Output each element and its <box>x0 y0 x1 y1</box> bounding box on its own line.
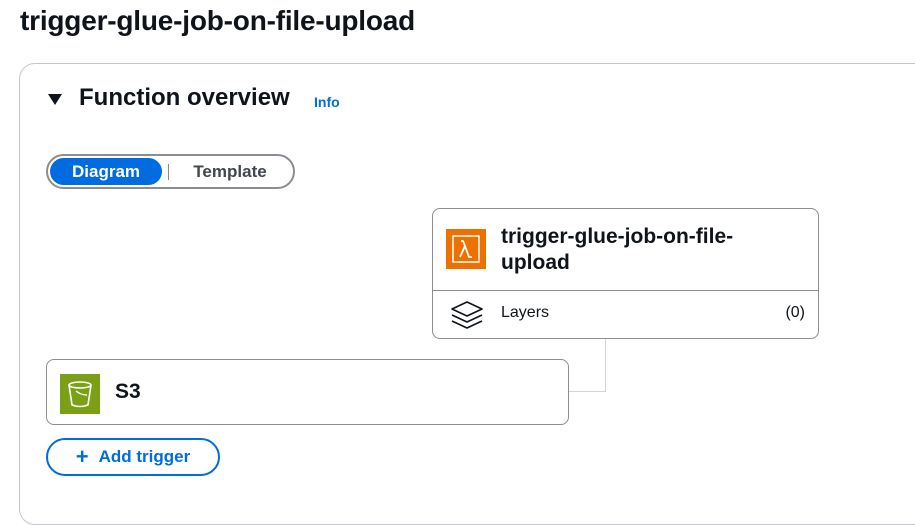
page-title: trigger-glue-job-on-file-upload <box>20 5 416 36</box>
caret-down-icon[interactable] <box>48 93 62 105</box>
segment-divider <box>168 163 169 180</box>
section-title: Function overview <box>79 84 290 111</box>
lambda-icon <box>446 229 486 269</box>
layers-icon <box>449 299 485 338</box>
view-toggle: Diagram Template <box>46 154 295 189</box>
connector-line <box>569 391 606 392</box>
add-trigger-label: Add trigger <box>98 447 191 466</box>
s3-bucket-icon <box>60 374 100 414</box>
template-tab[interactable]: Template <box>175 158 285 185</box>
layers-count: (0) <box>785 304 805 321</box>
function-name: trigger-glue-job-on-file-upload <box>501 225 734 274</box>
diagram-tab[interactable]: Diagram <box>50 158 162 185</box>
card-divider <box>433 290 818 291</box>
trigger-name: S3 <box>115 380 141 403</box>
plus-icon: + <box>75 444 89 469</box>
layers-label[interactable]: Layers <box>501 304 549 322</box>
connector-line <box>605 339 606 392</box>
section-header[interactable]: Function overview <box>48 84 290 112</box>
function-card[interactable]: trigger-glue-job-on-file-upload Layers (… <box>432 208 819 339</box>
trigger-card-s3[interactable]: S3 <box>46 359 569 425</box>
info-link[interactable]: Info <box>314 94 340 110</box>
add-trigger-button[interactable]: + Add trigger <box>46 438 220 476</box>
